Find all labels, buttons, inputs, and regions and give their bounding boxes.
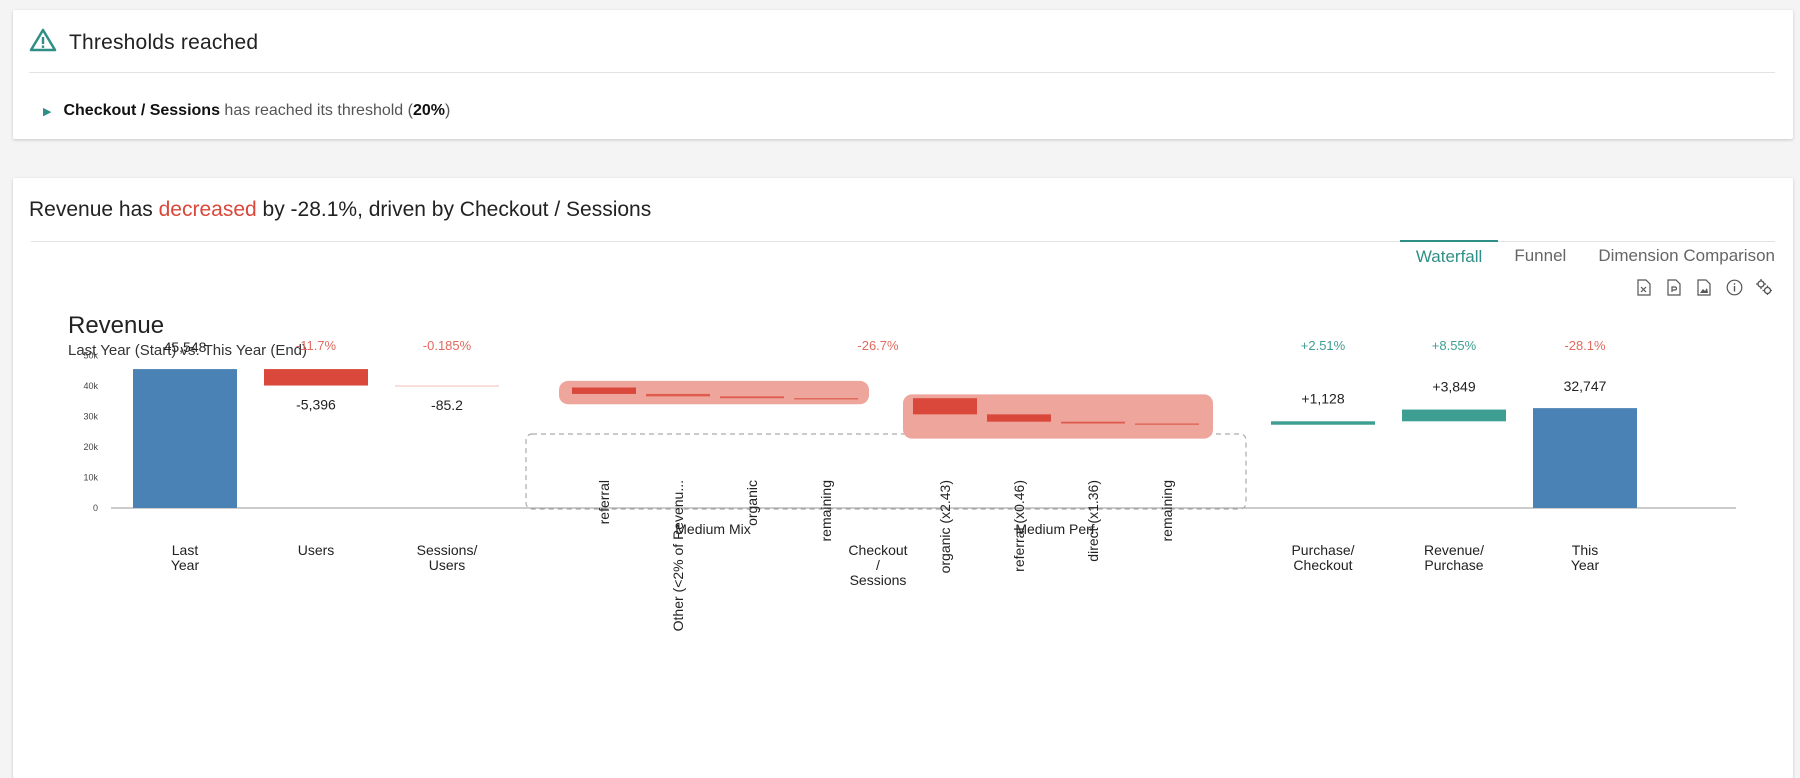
- threshold-alert-card: Thresholds reached ▶ Checkout / Sessions…: [13, 10, 1793, 139]
- chart-body: 0 10k 20k 30k 40k 50k Last Year 45,548 -11.7% User…: [83, 338, 1736, 631]
- bar-value-label: -5,396: [296, 397, 336, 413]
- subgroup-label: Medium Mix: [675, 521, 750, 537]
- sub-decrease-bar: [1135, 423, 1199, 425]
- sub-decrease-bar: [720, 396, 784, 399]
- y-tick-label: 30k: [83, 412, 98, 422]
- sub-item-label: referral: [596, 480, 612, 524]
- alert-divider: [29, 72, 1775, 73]
- decrease-bar: [395, 385, 499, 387]
- category-label: Purchase/Checkout: [1291, 542, 1354, 573]
- sub-item-label: organic: [744, 480, 760, 526]
- bar-value-label: 32,747: [1564, 378, 1607, 394]
- bar-value-label: +1,128: [1301, 390, 1344, 406]
- y-tick-label: 20k: [83, 442, 98, 452]
- y-tick-label: 50k: [83, 351, 98, 361]
- category-label: This Year: [1571, 542, 1600, 573]
- percent-change-label: +8.55%: [1432, 338, 1477, 353]
- group-dashed-outline: [525, 433, 1247, 510]
- waterfall-chart: Revenue Last Year (Start) vs. This Year …: [68, 312, 1736, 631]
- sub-decrease-bar: [572, 387, 636, 394]
- sub-item-label: remaining: [1159, 480, 1175, 541]
- percent-change-label: -11.7%: [296, 338, 337, 353]
- category-label: Last Year: [171, 542, 200, 573]
- alert-message: has reached its threshold (: [224, 102, 413, 119]
- sub-decrease-bar: [794, 398, 858, 400]
- alert-header: Thresholds reached: [29, 28, 258, 57]
- sub-decrease-bar: [1061, 421, 1125, 424]
- category-label: Sessions/Users: [417, 542, 478, 573]
- percent-change-label: -0.185%: [423, 338, 472, 353]
- subgroup-label: Medium Perf: [1015, 521, 1094, 537]
- sub-item-label: remaining: [818, 480, 834, 541]
- sub-item-label: organic (x2.43): [937, 480, 953, 573]
- bar-value-label: 45,548: [164, 339, 207, 355]
- sub-decrease-bar: [646, 393, 710, 397]
- expand-caret-icon[interactable]: ▶: [43, 105, 51, 118]
- percent-change-label: -28.1%: [1564, 338, 1606, 353]
- bar-value-label: -85.2: [431, 397, 463, 413]
- y-tick-label: 40k: [83, 381, 98, 391]
- y-tick-label: 10k: [83, 473, 98, 483]
- sub-decrease-bar: [913, 398, 977, 415]
- alert-metric: Checkout / Sessions: [63, 102, 220, 119]
- increase-bar: [1402, 409, 1506, 422]
- percent-change-label: +2.51%: [1301, 338, 1346, 353]
- increase-bar: [1271, 421, 1375, 425]
- category-label: Users: [298, 542, 335, 558]
- category-label: Revenue/Purchase: [1424, 542, 1484, 573]
- alert-item[interactable]: ▶ Checkout / Sessions has reached its th…: [43, 102, 450, 120]
- percent-change-label: -26.7%: [857, 338, 899, 353]
- analysis-card: Revenue has decreased by -28.1%, driven …: [13, 178, 1793, 778]
- bar-value-label: +3,849: [1432, 379, 1475, 395]
- total-bar: [133, 369, 237, 508]
- alert-close-paren: ): [445, 102, 451, 119]
- decrease-bar: [264, 369, 368, 386]
- category-label: Checkout / Sessions: [848, 542, 907, 588]
- alert-title: Thresholds reached: [69, 30, 259, 54]
- warning-icon: [29, 28, 57, 57]
- total-bar: [1533, 408, 1637, 508]
- sub-decrease-bar: [987, 414, 1051, 422]
- sub-item-label: Other (<2% of Revenu...: [670, 480, 686, 631]
- alert-threshold: 20%: [412, 102, 445, 119]
- chart-title: Revenue: [68, 312, 164, 339]
- y-tick-label: 0: [93, 503, 98, 513]
